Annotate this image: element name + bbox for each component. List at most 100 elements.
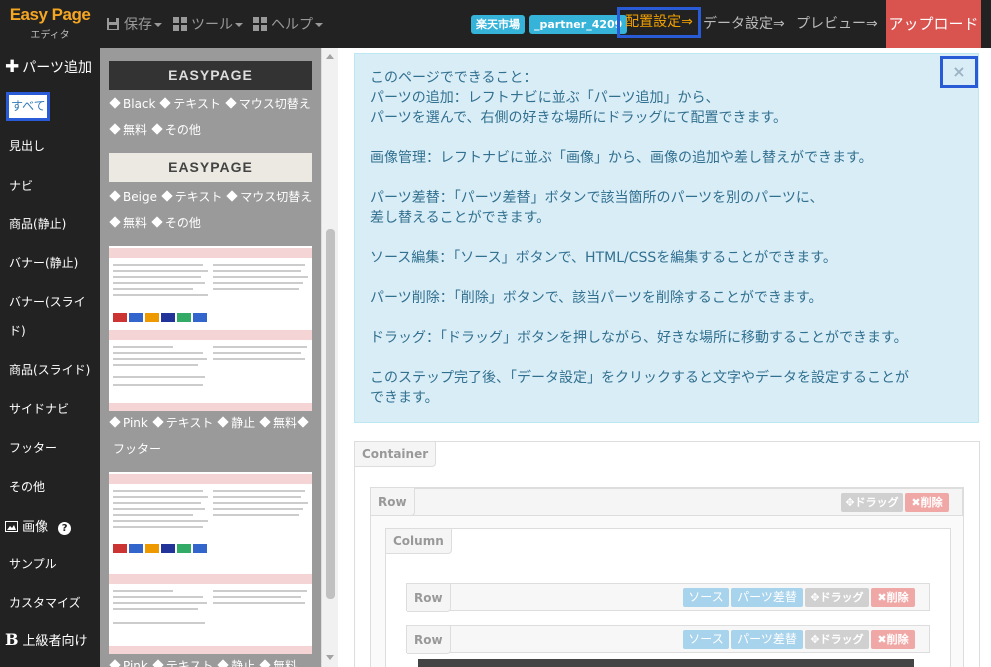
tag-label: フッター bbox=[113, 442, 162, 456]
row-label[interactable]: Row bbox=[371, 488, 415, 516]
grid-icon bbox=[173, 17, 187, 31]
inner-row-label[interactable]: Row bbox=[407, 626, 451, 654]
delete-button[interactable]: ✖削除 bbox=[871, 630, 915, 649]
nav-item-banner-slide-cont[interactable]: ド) bbox=[0, 322, 26, 339]
tag-label: Pink bbox=[123, 659, 148, 667]
app-logo[interactable]: Easy Page エディタ bbox=[0, 0, 100, 48]
info-line: このページでできること： bbox=[370, 70, 538, 86]
part-tags-beige-2: 無料 その他 bbox=[109, 215, 319, 231]
help-icon[interactable]: ? bbox=[58, 522, 72, 535]
step-preview[interactable]: プレビュー⇒ bbox=[796, 13, 878, 33]
part-thumb-black[interactable]: EASYPAGE bbox=[109, 61, 312, 90]
swap-parts-button[interactable]: パーツ差替 bbox=[731, 630, 803, 649]
container-label[interactable]: Container bbox=[355, 442, 437, 467]
nav-images[interactable]: 画像? bbox=[5, 516, 72, 535]
thumb-line bbox=[113, 270, 208, 272]
save-icon bbox=[107, 18, 119, 30]
nav-item-navi[interactable]: ナビ bbox=[0, 177, 33, 194]
tag-icon bbox=[259, 659, 271, 667]
save-menu[interactable]: 保存 bbox=[106, 14, 162, 34]
tag-icon bbox=[226, 190, 238, 202]
tag-icon bbox=[151, 123, 163, 135]
nav-item-all[interactable]: すべて bbox=[6, 92, 50, 121]
help-menu[interactable]: ヘルプ bbox=[253, 14, 323, 34]
nav-item-product-slide[interactable]: 商品(スライド) bbox=[0, 361, 90, 378]
thumb-line bbox=[113, 384, 203, 386]
tag-label: その他 bbox=[164, 216, 201, 230]
tag-icon bbox=[109, 416, 121, 428]
nav-item-banner-slide[interactable]: バナー(スライ bbox=[0, 293, 86, 310]
upload-button[interactable]: アップロード bbox=[886, 0, 981, 48]
thumb-line bbox=[213, 264, 305, 266]
shop-tag: 楽天市場 bbox=[471, 15, 525, 34]
inner-row-label[interactable]: Row bbox=[407, 584, 451, 612]
add-parts-header[interactable]: ✚ パーツ追加 bbox=[0, 48, 100, 87]
tag-icon bbox=[152, 659, 164, 667]
scrollbar-thumb[interactable] bbox=[326, 229, 335, 599]
tag-label: 無料 bbox=[123, 216, 148, 230]
info-line: 画像管理：レフトナビに並ぶ「画像」から、画像の追加や差し替えができます。 bbox=[370, 150, 873, 166]
column-box: Column Row ソース パーツ差替 ✥ドラッグ ✖削除 Row ソース パ… bbox=[385, 528, 951, 667]
nav-item-customize[interactable]: カスタマイズ bbox=[0, 594, 81, 611]
close-icon[interactable]: × bbox=[940, 56, 978, 88]
tag-label: その他 bbox=[164, 123, 201, 137]
step-data-settings[interactable]: データ設定⇒ bbox=[703, 13, 785, 33]
thumb-line bbox=[113, 358, 207, 360]
thumb-line bbox=[213, 502, 308, 504]
tag-label: テキスト bbox=[173, 97, 221, 111]
column-label[interactable]: Column bbox=[386, 529, 452, 554]
tag-icon bbox=[225, 97, 237, 109]
thumb-line bbox=[213, 352, 301, 354]
part-tags-black: Black テキスト マウス切替え bbox=[109, 96, 319, 112]
nav-item-side-navi[interactable]: サイドナビ bbox=[0, 400, 69, 417]
nav-item-product-static[interactable]: 商品(静止) bbox=[0, 215, 66, 232]
tag-icon bbox=[161, 190, 173, 202]
nav-item-sample[interactable]: サンプル bbox=[0, 555, 57, 572]
info-line: ドラッグ：「ドラッグ」ボタンを押しながら、好きな場所に移動することができます。 bbox=[370, 330, 908, 346]
tag-label: 無料 bbox=[273, 659, 298, 667]
thumb-line bbox=[213, 508, 303, 510]
thumb-line bbox=[113, 490, 203, 492]
scroll-up-icon[interactable] bbox=[326, 54, 334, 59]
nav-advanced-label: 上級者向け bbox=[22, 634, 88, 649]
part-thumb-pink-footer-2[interactable] bbox=[109, 472, 312, 654]
swap-parts-button[interactable]: パーツ差替 bbox=[731, 588, 803, 607]
container-box: Container Row ✥ドラッグ ✖削除 Column Row ソース パ… bbox=[354, 441, 980, 667]
row-delete-button[interactable]: ✖削除 bbox=[905, 493, 949, 512]
row-drag-button[interactable]: ✥ドラッグ bbox=[841, 493, 903, 512]
part-tags-black-2: 無料 その他 bbox=[109, 122, 319, 138]
inner-row: Row ソース パーツ差替 ✥ドラッグ ✖削除 bbox=[406, 583, 930, 612]
tag-label: マウス切替え bbox=[240, 190, 313, 204]
tools-menu[interactable]: ツール bbox=[173, 14, 243, 34]
drag-button[interactable]: ✥ドラッグ bbox=[805, 630, 869, 649]
thumb-line bbox=[213, 590, 307, 592]
nav-advanced[interactable]: B 上級者向け bbox=[5, 630, 88, 649]
step-layout-settings[interactable]: 配置設定⇒ bbox=[617, 7, 701, 38]
info-line: パーツ削除：「削除」ボタンで、該当パーツを削除することができます。 bbox=[370, 290, 823, 306]
thumb-line bbox=[113, 590, 173, 592]
source-button[interactable]: ソース bbox=[683, 588, 729, 607]
part-tags-pink-2: フッター bbox=[109, 441, 319, 457]
drag-button[interactable]: ✥ドラッグ bbox=[805, 588, 869, 607]
thumb-line bbox=[213, 514, 299, 516]
parts-scrollbar[interactable] bbox=[321, 48, 338, 667]
tag-label: Black bbox=[123, 97, 156, 111]
tag-icon bbox=[109, 97, 121, 109]
nav-item-footer[interactable]: フッター bbox=[0, 439, 57, 456]
thumb-header-band bbox=[109, 474, 312, 484]
chevron-down-icon bbox=[235, 23, 243, 27]
part-thumb-pink-footer[interactable] bbox=[109, 246, 312, 411]
delete-button[interactable]: ✖削除 bbox=[871, 588, 915, 607]
tag-label: 無料 bbox=[273, 416, 298, 430]
tools-menu-label: ツール bbox=[191, 17, 233, 33]
scroll-down-icon[interactable] bbox=[326, 655, 334, 660]
brand-title: Easy Page bbox=[9, 5, 91, 24]
source-button[interactable]: ソース bbox=[683, 630, 729, 649]
part-thumb-beige[interactable]: EASYPAGE bbox=[109, 153, 312, 182]
nav-item-other[interactable]: その他 bbox=[0, 478, 45, 495]
nav-item-banner-static[interactable]: バナー(静止) bbox=[0, 254, 78, 271]
thumb-line bbox=[113, 514, 193, 516]
thumb-line bbox=[213, 276, 308, 278]
nav-item-heading[interactable]: 見出し bbox=[0, 137, 45, 154]
info-line: パーツ差替：「パーツ差替」ボタンで該当箇所のパーツを別のパーツに、 bbox=[370, 190, 824, 206]
